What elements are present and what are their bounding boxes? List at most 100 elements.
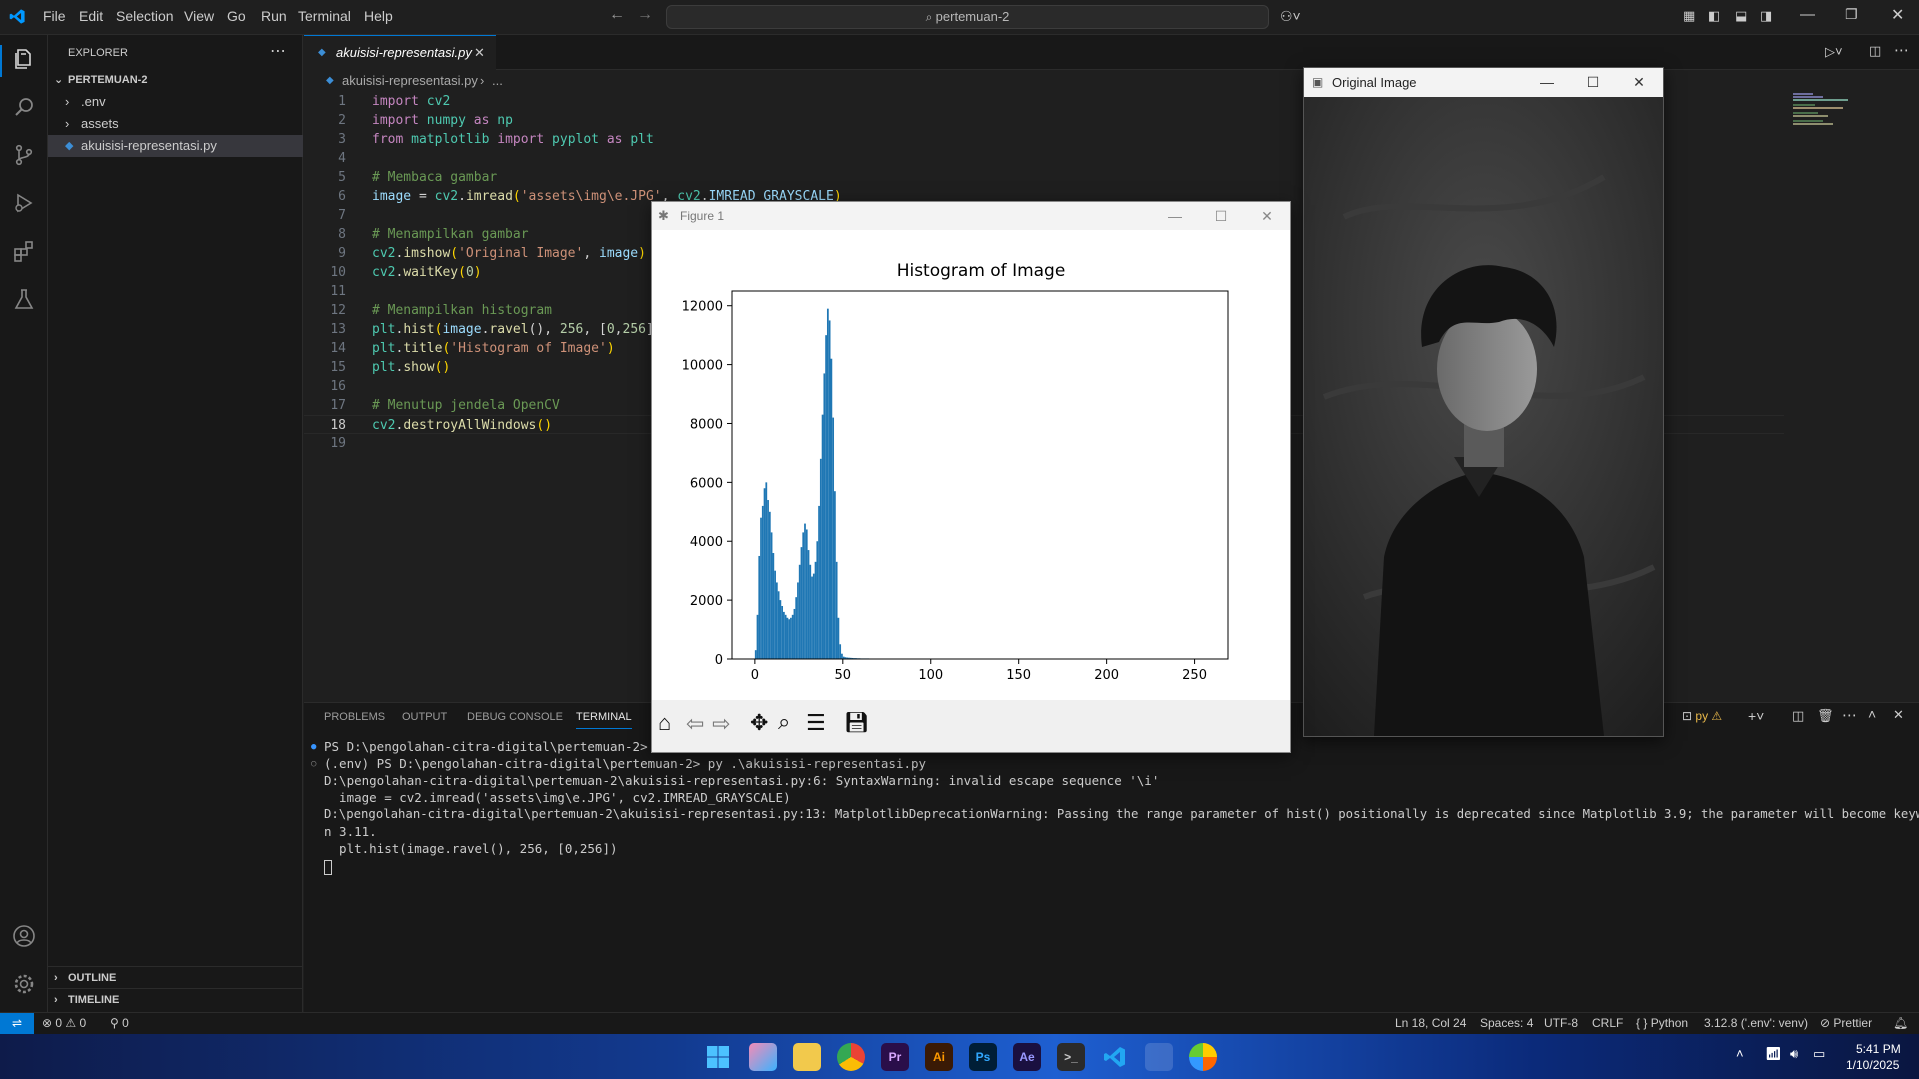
minimize-icon[interactable]: —	[1800, 6, 1815, 23]
close-icon[interactable]: ✕	[1616, 68, 1662, 96]
testing-icon[interactable]	[12, 287, 36, 311]
customize-layout-icon[interactable]: ▦	[1683, 8, 1695, 24]
forward-icon[interactable]: ⇨	[712, 711, 730, 737]
indentation[interactable]: Spaces: 4	[1480, 1013, 1533, 1034]
minimap[interactable]	[1793, 92, 1853, 132]
vscode-app-icon[interactable]	[1101, 1043, 1129, 1071]
new-terminal-icon[interactable]: +˅	[1748, 708, 1764, 724]
histogram-bar	[818, 505, 820, 659]
workspace-root[interactable]: ⌄ PERTEMUAN-2	[48, 69, 303, 91]
battery-icon[interactable]: ▭	[1813, 1046, 1825, 1062]
after-effects-icon[interactable]: Ae	[1013, 1043, 1041, 1071]
panel-more-icon[interactable]: ⋯	[1842, 706, 1857, 724]
menu-help[interactable]: Help	[364, 8, 393, 24]
outline-section[interactable]: › OUTLINE	[48, 966, 303, 988]
menu-edit[interactable]: Edit	[79, 8, 103, 24]
configure-subplots-icon[interactable]: ☰	[806, 710, 826, 736]
cursor-position[interactable]: Ln 18, Col 24	[1395, 1013, 1466, 1034]
run-debug-icon[interactable]	[12, 191, 36, 215]
volume-icon[interactable]: 🔊︎	[1790, 1046, 1798, 1062]
search-activity-icon[interactable]	[12, 95, 36, 119]
pan-icon[interactable]: ✥	[750, 710, 768, 736]
home-icon[interactable]: ⌂	[658, 710, 671, 736]
editor-more-icon[interactable]: ⋯	[1894, 41, 1909, 59]
explorer-icon[interactable]	[12, 47, 36, 71]
toggle-secondary-sidebar-icon[interactable]: ◨	[1760, 8, 1772, 24]
command-center-search[interactable]: ⌕ pertemuan-2	[666, 5, 1269, 29]
terminal-app-icon[interactable]: >_	[1057, 1043, 1085, 1071]
tab-akuisisi-representasi[interactable]: ◆ akuisisi-representasi.py ✕	[304, 35, 496, 71]
toggle-sidebar-icon[interactable]: ◧	[1708, 8, 1720, 24]
file-explorer-icon[interactable]	[793, 1043, 821, 1071]
clock-time[interactable]: 5:41 PM	[1856, 1042, 1901, 1056]
end-of-line[interactable]: CRLF	[1592, 1013, 1623, 1034]
wifi-icon[interactable]: 📶︎	[1765, 1046, 1782, 1062]
matplotlib-app-icon[interactable]	[1189, 1043, 1217, 1071]
tab-problems[interactable]: PROBLEMS	[324, 711, 385, 723]
tab-close-icon[interactable]: ✕	[474, 36, 485, 70]
split-terminal-icon[interactable]: ◫	[1792, 708, 1804, 724]
close-panel-icon[interactable]: ✕	[1893, 707, 1904, 723]
python-window-icon[interactable]	[1145, 1043, 1173, 1071]
photoshop-icon[interactable]: Ps	[969, 1043, 997, 1071]
menu-file[interactable]: File	[43, 8, 66, 24]
menu-selection[interactable]: Selection	[116, 8, 174, 24]
show-hidden-icons[interactable]: ˄	[1736, 1046, 1744, 1061]
toggle-panel-icon[interactable]: ⬓	[1735, 8, 1747, 24]
maximize-icon[interactable]: ☐	[1570, 68, 1616, 96]
windows-start-icon[interactable]	[704, 1043, 732, 1071]
split-editor-icon[interactable]: ◫	[1869, 43, 1881, 59]
restore-icon[interactable]: ❐	[1845, 6, 1858, 23]
maximize-icon[interactable]: ☐	[1198, 202, 1244, 230]
forward-arrow-icon[interactable]: →	[637, 6, 653, 24]
figure-window[interactable]: ✱ Figure 1 — ☐ ✕ Histogram of Image 0 50 1…	[651, 201, 1291, 753]
tab-output[interactable]: OUTPUT	[402, 711, 447, 723]
menu-view[interactable]: View	[184, 8, 214, 24]
back-arrow-icon[interactable]: ←	[609, 6, 625, 24]
menu-run[interactable]: Run	[261, 8, 287, 24]
encoding[interactable]: UTF-8	[1544, 1013, 1578, 1034]
zoom-icon[interactable]: ⌕	[778, 709, 790, 735]
copilot-app-icon[interactable]	[749, 1043, 777, 1071]
save-figure-icon[interactable]: 💾︎	[844, 710, 869, 735]
premiere-pro-icon[interactable]: Pr	[881, 1043, 909, 1071]
settings-gear-icon[interactable]	[12, 972, 36, 996]
figure-titlebar[interactable]: ✱ Figure 1 — ☐ ✕	[652, 202, 1290, 230]
maximize-panel-icon[interactable]: ˄	[1868, 706, 1876, 722]
timeline-section[interactable]: › TIMELINE	[48, 988, 303, 1010]
notifications-bell-icon[interactable]: 🔔︎	[1893, 1013, 1908, 1034]
tab-debug-console[interactable]: DEBUG CONSOLE	[467, 711, 563, 723]
breadcrumb-symbol[interactable]: ...	[492, 70, 503, 92]
original-image-window[interactable]: ▣ Original Image — ☐ ✕	[1303, 67, 1664, 737]
extensions-icon[interactable]	[12, 239, 36, 263]
accounts-icon[interactable]	[12, 924, 36, 948]
close-icon[interactable]: ✕	[1244, 202, 1290, 230]
ports-status[interactable]: ⚲ 0	[110, 1013, 129, 1034]
chrome-icon[interactable]	[837, 1043, 865, 1071]
tab-terminal[interactable]: TERMINAL	[576, 711, 632, 729]
tree-item-python-file[interactable]: ◆ akuisisi-representasi.py	[48, 135, 303, 157]
menu-go[interactable]: Go	[227, 8, 246, 24]
run-file-icon[interactable]: ▷˅	[1825, 44, 1843, 60]
tree-item-assets[interactable]: › assets	[48, 113, 303, 135]
copilot-icon[interactable]: ⚇˅	[1280, 8, 1301, 25]
language-mode[interactable]: { } Python	[1636, 1013, 1688, 1034]
problems-status[interactable]: ⊗ 0 ⚠ 0	[42, 1013, 86, 1034]
illustrator-icon[interactable]: Ai	[925, 1043, 953, 1071]
minimize-icon[interactable]: —	[1524, 68, 1570, 96]
menu-terminal[interactable]: Terminal	[298, 8, 351, 24]
remote-indicator-icon[interactable]: ⇌	[0, 1013, 34, 1035]
clock-date[interactable]: 1/10/2025	[1846, 1058, 1899, 1072]
back-icon[interactable]: ⇦	[686, 711, 704, 737]
prettier-status[interactable]: ⊘ Prettier	[1820, 1013, 1872, 1034]
original-image-titlebar[interactable]: ▣ Original Image — ☐ ✕	[1304, 68, 1663, 97]
breadcrumb-file[interactable]: akuisisi-representasi.py	[342, 70, 478, 92]
kill-terminal-icon[interactable]: 🗑	[1817, 708, 1834, 724]
tree-item-env[interactable]: › .env	[48, 91, 303, 113]
minimize-icon[interactable]: —	[1152, 202, 1198, 230]
python-interpreter[interactable]: 3.12.8 ('.env': venv)	[1704, 1013, 1808, 1034]
source-control-icon[interactable]	[12, 143, 36, 167]
close-icon[interactable]: ✕	[1891, 5, 1904, 25]
terminal-python-icon[interactable]: ⊡ py ⚠	[1682, 709, 1722, 723]
more-actions-icon[interactable]: ⋯	[270, 41, 286, 61]
